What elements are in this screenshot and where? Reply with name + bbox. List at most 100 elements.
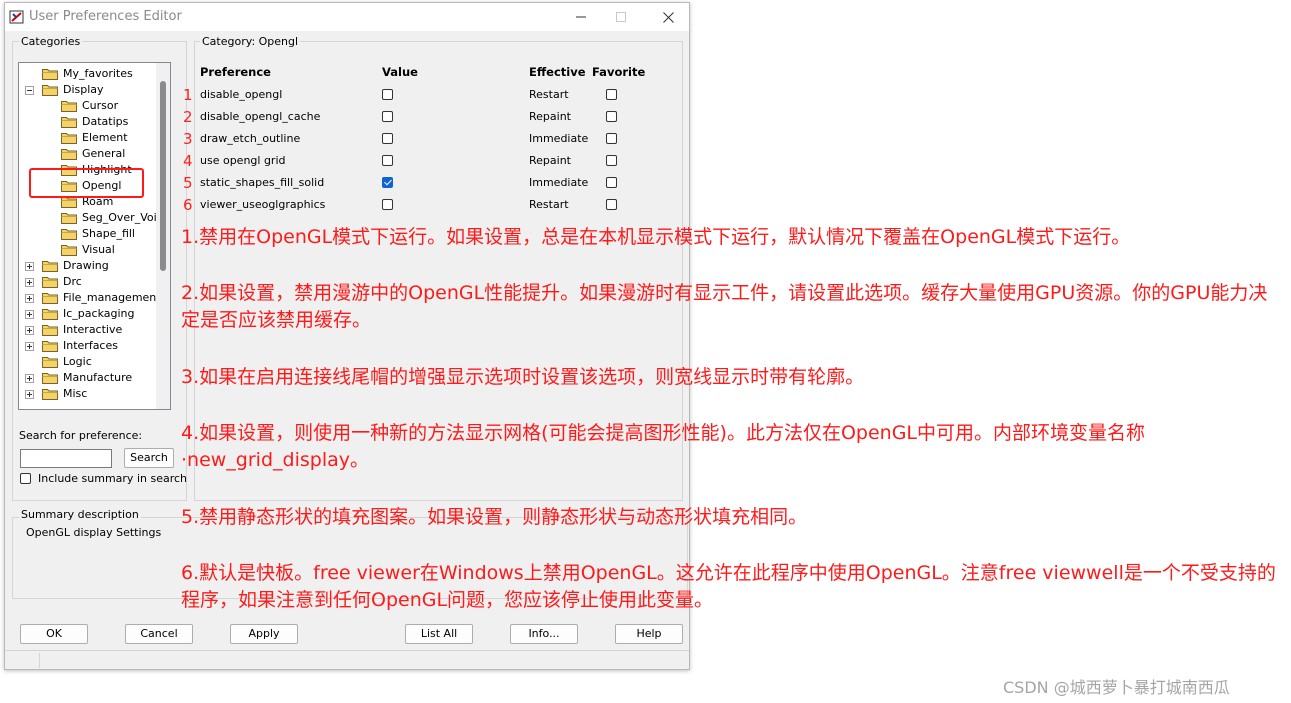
tree-item-ic-packaging[interactable]: Ic_packaging bbox=[19, 306, 157, 322]
highlight-annotation-box bbox=[29, 168, 144, 198]
tree-item-shape-fill[interactable]: Shape_fill bbox=[19, 226, 157, 242]
tree-item-label: Logic bbox=[63, 355, 92, 368]
summary-title: Summary description bbox=[19, 508, 141, 521]
tree-scrollbar-thumb[interactable] bbox=[160, 81, 166, 271]
folder-icon bbox=[42, 308, 58, 320]
value-checkbox[interactable] bbox=[382, 199, 393, 210]
folder-icon bbox=[61, 212, 77, 224]
status-bar bbox=[5, 650, 689, 670]
watermark: CSDN @城西萝卜暴打城南西瓜 bbox=[1003, 678, 1230, 697]
favorite-checkbox[interactable] bbox=[606, 133, 617, 144]
tree-item-misc[interactable]: Misc bbox=[19, 386, 157, 402]
search-button[interactable]: Search bbox=[124, 448, 174, 468]
tree-item-display[interactable]: Display bbox=[19, 82, 157, 98]
list-all-button[interactable]: List All bbox=[405, 624, 473, 644]
tree-item-drawing[interactable]: Drawing bbox=[19, 258, 157, 274]
note-6: 6.默认是快板。free viewer在Windows上禁用OpenGL。这允许… bbox=[181, 562, 1276, 611]
tree-item-logic[interactable]: Logic bbox=[19, 354, 157, 370]
note-3: 3.如果在启用连接线尾帽的增强显示选项时设置该选项，则宽线显示时带有轮廓。 bbox=[181, 366, 865, 388]
value-checkbox[interactable] bbox=[382, 133, 393, 144]
expand-icon[interactable] bbox=[25, 374, 34, 383]
folder-icon bbox=[61, 116, 77, 128]
maximize-icon bbox=[616, 12, 626, 22]
apply-button[interactable]: Apply bbox=[230, 624, 298, 644]
categories-title: Categories bbox=[19, 35, 83, 48]
tree-item-label: Seg_Over_Voi bbox=[82, 211, 157, 224]
tree-item-cursor[interactable]: Cursor bbox=[19, 98, 157, 114]
tree-item-label: Display bbox=[63, 83, 104, 96]
effective-label: Restart bbox=[529, 88, 569, 101]
ok-button[interactable]: OK bbox=[20, 624, 88, 644]
preference-name: draw_etch_outline bbox=[200, 132, 301, 145]
row-number-annotation: 1 bbox=[183, 86, 193, 104]
tree-item-interfaces[interactable]: Interfaces bbox=[19, 338, 157, 354]
tree-item-manufacture[interactable]: Manufacture bbox=[19, 370, 157, 386]
tree-item-label: Datatips bbox=[82, 115, 129, 128]
value-checkbox[interactable] bbox=[382, 155, 393, 166]
search-input[interactable] bbox=[20, 449, 112, 468]
effective-label: Immediate bbox=[529, 176, 589, 189]
header-effective: Effective bbox=[529, 65, 586, 79]
preference-name: viewer_useoglgraphics bbox=[200, 198, 326, 211]
folder-icon bbox=[61, 228, 77, 240]
tree-item-datatips[interactable]: Datatips bbox=[19, 114, 157, 130]
favorite-checkbox[interactable] bbox=[606, 155, 617, 166]
expand-icon[interactable] bbox=[25, 278, 34, 287]
tree-scrollbar[interactable] bbox=[156, 63, 170, 409]
folder-icon bbox=[42, 388, 58, 400]
expand-icon[interactable] bbox=[25, 310, 34, 319]
window-title: User Preferences Editor bbox=[29, 9, 182, 24]
value-checkbox[interactable] bbox=[382, 111, 393, 122]
folder-icon bbox=[42, 292, 58, 304]
favorite-checkbox[interactable] bbox=[606, 89, 617, 100]
expand-icon[interactable] bbox=[25, 390, 34, 399]
include-summary-label: Include summary in search bbox=[38, 472, 188, 485]
tree-item-drc[interactable]: Drc bbox=[19, 274, 157, 290]
tree-item-label: Element bbox=[82, 131, 128, 144]
expand-icon[interactable] bbox=[25, 342, 34, 351]
row-number-annotation: 2 bbox=[183, 108, 193, 126]
folder-icon bbox=[42, 68, 58, 80]
tree-item-my-favorites[interactable]: My_favorites bbox=[19, 66, 157, 82]
header-value: Value bbox=[382, 65, 418, 79]
preference-name: use opengl grid bbox=[200, 154, 286, 167]
folder-icon bbox=[61, 100, 77, 112]
folder-icon bbox=[42, 276, 58, 288]
folder-icon bbox=[42, 260, 58, 272]
tree-item-label: Ic_packaging bbox=[63, 307, 135, 320]
include-summary-checkbox[interactable] bbox=[20, 473, 31, 484]
tree-item-label: Visual bbox=[82, 243, 115, 256]
tree-item-element[interactable]: Element bbox=[19, 130, 157, 146]
expand-icon[interactable] bbox=[25, 294, 34, 303]
folder-icon bbox=[61, 244, 77, 256]
cancel-button[interactable]: Cancel bbox=[125, 624, 193, 644]
maximize-button[interactable] bbox=[598, 3, 644, 31]
info-button[interactable]: Info... bbox=[510, 624, 578, 644]
tree-item-label: Interactive bbox=[63, 323, 123, 336]
app-icon bbox=[9, 10, 24, 24]
preference-name: disable_opengl bbox=[200, 88, 283, 101]
note-1: 1.禁用在OpenGL模式下运行。如果设置，总是在本机显示模式下运行，默认情况下… bbox=[181, 226, 1131, 248]
favorite-checkbox[interactable] bbox=[606, 111, 617, 122]
tree-item-interactive[interactable]: Interactive bbox=[19, 322, 157, 338]
title-bar: User Preferences Editor bbox=[5, 3, 689, 31]
tree-item-seg-over-voi[interactable]: Seg_Over_Voi bbox=[19, 210, 157, 226]
favorite-checkbox[interactable] bbox=[606, 199, 617, 210]
close-button[interactable] bbox=[645, 3, 691, 31]
expand-icon[interactable] bbox=[25, 262, 34, 271]
tree-item-visual[interactable]: Visual bbox=[19, 242, 157, 258]
tree-item-general[interactable]: General bbox=[19, 146, 157, 162]
row-number-annotation: 5 bbox=[183, 174, 193, 192]
help-button[interactable]: Help bbox=[615, 624, 683, 644]
expand-icon[interactable] bbox=[25, 326, 34, 335]
tree-item-label: Drawing bbox=[63, 259, 109, 272]
header-preference: Preference bbox=[200, 65, 271, 79]
favorite-checkbox[interactable] bbox=[606, 177, 617, 188]
category-tree[interactable]: My_favorites Display Cursor Datatips Element… bbox=[18, 62, 171, 410]
value-checkbox[interactable] bbox=[382, 89, 393, 100]
folder-icon bbox=[42, 324, 58, 336]
tree-item-file-management[interactable]: File_management bbox=[19, 290, 161, 306]
collapse-icon[interactable] bbox=[25, 86, 34, 95]
note-5: 5.禁用静态形状的填充图案。如果设置，则静态形状与动态形状填充相同。 bbox=[181, 506, 808, 528]
value-checkbox[interactable] bbox=[382, 177, 393, 188]
